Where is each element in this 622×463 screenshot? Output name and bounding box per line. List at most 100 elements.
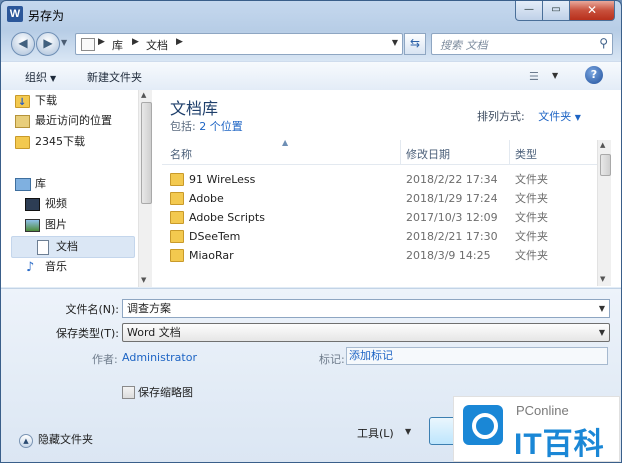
navigation-pane: 下载 最近访问的位置 2345下载 库 视频 图片 文档 ♪ 音乐	[1, 90, 152, 287]
includes-label: 包括:	[170, 120, 196, 133]
filename-value: 调查方案	[127, 302, 171, 315]
filename-field[interactable]: 调查方案 ▼	[122, 299, 610, 318]
chevron-right-icon: ▶	[132, 37, 139, 47]
view-options-icon[interactable]: ☰	[529, 70, 539, 83]
nav-item-recent-places[interactable]: 最近访问的位置	[11, 111, 135, 131]
forward-button[interactable]: ▶	[36, 32, 60, 56]
download-folder-icon	[15, 93, 30, 113]
videos-icon	[25, 198, 40, 211]
nav-item-pictures[interactable]: 图片	[21, 215, 135, 235]
nav-item-label: 下载	[35, 94, 57, 107]
nav-item-videos[interactable]: 视频	[21, 194, 135, 214]
column-header-date[interactable]: 修改日期	[406, 146, 450, 162]
new-folder-button[interactable]: 新建文件夹	[87, 69, 142, 85]
pconline-watermark: PConline IT百科	[453, 396, 620, 462]
search-input[interactable]: 搜索 文档	[440, 37, 488, 53]
save-thumbnail-label[interactable]: 保存缩略图	[138, 384, 193, 400]
chevron-right-icon: ▶	[176, 37, 183, 47]
library-includes: 包括: 2 个位置	[170, 118, 243, 134]
back-button[interactable]: ◀	[11, 32, 35, 56]
hide-folders-label: 隐藏文件夹	[38, 433, 93, 446]
chevron-down-icon: ▼	[50, 74, 57, 83]
save-thumbnail-checkbox[interactable]	[122, 386, 135, 399]
word-app-icon: W	[7, 6, 23, 22]
nav-item-2345-downloads[interactable]: 2345下载	[11, 132, 135, 152]
filename-label: 文件名(N):	[65, 303, 119, 316]
recent-pages-dropdown[interactable]: ▼	[61, 38, 67, 47]
arrange-value: 文件夹	[538, 110, 572, 123]
view-dropdown-icon[interactable]: ▼	[552, 71, 558, 80]
refresh-icon: ⇆	[409, 36, 421, 50]
column-divider[interactable]	[509, 140, 510, 164]
chevron-right-icon: ▶	[98, 37, 105, 47]
scrollbar-thumb[interactable]	[141, 102, 152, 204]
nav-item-music[interactable]: ♪ 音乐	[21, 257, 135, 277]
close-button[interactable]: ✕	[569, 1, 615, 21]
chevron-down-icon[interactable]: ▼	[599, 300, 605, 318]
tags-field[interactable]: 添加标记	[346, 347, 608, 365]
help-icon[interactable]: ?	[585, 66, 603, 84]
nav-item-downloads[interactable]: 下载	[11, 91, 135, 113]
nav-item-documents[interactable]: 文档	[11, 236, 135, 258]
nav-item-label: 图片	[45, 218, 67, 231]
hide-folders-button[interactable]: ▲ 隐藏文件夹	[19, 431, 93, 448]
file-type: 文件夹	[515, 211, 548, 224]
author-field[interactable]: Administrator	[122, 351, 197, 364]
search-icon: ⚲	[599, 36, 608, 50]
file-row[interactable]: 91 WireLess 2018/2/22 17:34 文件夹	[162, 170, 600, 189]
breadcrumb-documents[interactable]: 文档	[146, 37, 168, 53]
savetype-label: 保存类型(T):	[55, 327, 119, 340]
savetype-select[interactable]: Word 文档 ▼	[122, 323, 610, 342]
file-type: 文件夹	[515, 173, 548, 186]
includes-locations-link[interactable]: 2 个位置	[199, 120, 243, 133]
folder-icon	[170, 230, 184, 243]
title-bar: W 另存为 — ▭ ✕	[1, 1, 621, 27]
file-list-scrollbar[interactable]: ▲ ▼	[597, 140, 611, 286]
tools-button[interactable]: 工具(L)	[357, 425, 394, 441]
nav-item-libraries[interactable]: 库	[11, 174, 135, 194]
address-bar[interactable]: ▶ 库 ▶ 文档 ▶ ▼	[75, 33, 403, 55]
file-row[interactable]: Adobe 2018/1/29 17:24 文件夹	[162, 189, 600, 208]
refresh-button[interactable]: ⇆	[404, 33, 426, 55]
file-name: DSeeTem	[189, 230, 241, 243]
author-label: 作者:	[92, 353, 118, 366]
file-row[interactable]: Adobe Scripts 2017/10/3 12:09 文件夹	[162, 208, 600, 227]
watermark-brand: PConline	[516, 403, 569, 418]
column-divider[interactable]	[400, 140, 401, 164]
minimize-button[interactable]: —	[515, 1, 543, 21]
column-headers: ▲ 名称 修改日期 类型	[162, 138, 600, 165]
scroll-down-icon[interactable]: ▼	[600, 275, 605, 283]
file-row[interactable]: MiaoRar 2018/3/9 14:25 文件夹	[162, 246, 600, 265]
address-dropdown-icon[interactable]: ▼	[392, 38, 398, 47]
column-header-type[interactable]: 类型	[515, 146, 537, 162]
folder-icon	[81, 38, 95, 51]
organize-button[interactable]: 组织 ▼	[25, 69, 56, 85]
library-title: 文档库	[170, 99, 219, 118]
arrange-label: 排列方式:	[477, 110, 525, 123]
tools-dropdown-icon[interactable]: ▼	[405, 427, 411, 436]
file-date: 2018/2/22 17:34	[406, 173, 498, 186]
nav-item-label: 最近访问的位置	[35, 114, 112, 127]
nav-item-label: 视频	[45, 197, 67, 210]
pconline-logo-icon	[463, 405, 503, 445]
file-row[interactable]: DSeeTem 2018/2/21 17:30 文件夹	[162, 227, 600, 246]
nav-item-label: 库	[35, 177, 46, 190]
file-type: 文件夹	[515, 192, 548, 205]
nav-pane-scrollbar[interactable]: ▲ ▼	[138, 90, 152, 287]
scrollbar-thumb[interactable]	[600, 154, 611, 176]
scroll-down-icon[interactable]: ▼	[141, 276, 146, 284]
breadcrumb-libraries[interactable]: 库	[112, 37, 123, 53]
file-name: 91 WireLess	[189, 173, 256, 186]
scroll-up-icon[interactable]: ▲	[141, 91, 146, 99]
column-header-name[interactable]: 名称	[170, 146, 192, 162]
window-title: 另存为	[28, 9, 65, 23]
file-date: 2018/3/9 14:25	[406, 249, 491, 262]
file-type: 文件夹	[515, 249, 548, 262]
file-date: 2017/10/3 12:09	[406, 211, 498, 224]
music-icon: ♪	[26, 260, 35, 275]
folder-icon	[170, 173, 184, 186]
scroll-up-icon[interactable]: ▲	[600, 141, 605, 149]
search-box[interactable]: 搜索 文档 ⚲	[431, 33, 613, 55]
maximize-button[interactable]: ▭	[542, 1, 570, 21]
arrange-by-dropdown[interactable]: 文件夹 ▼	[538, 110, 581, 123]
